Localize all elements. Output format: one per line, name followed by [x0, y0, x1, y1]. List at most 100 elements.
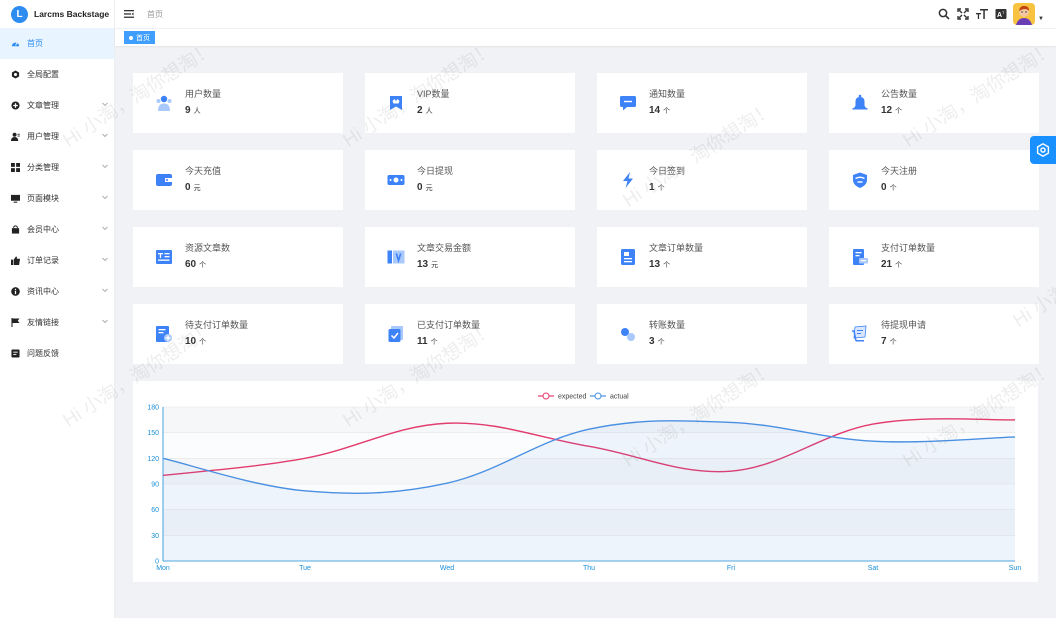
- circle-plus-icon: [11, 101, 20, 110]
- legend-marker: [594, 392, 602, 400]
- sidebar-item-5[interactable]: 页面模块: [0, 183, 114, 214]
- legend-label: actual: [610, 394, 629, 401]
- chevron-down-icon: [102, 226, 108, 231]
- sidebar-item-1[interactable]: 全局配置: [0, 59, 114, 90]
- feedback-icon: [11, 349, 20, 358]
- stat-title: 今天注册: [881, 166, 918, 176]
- transfer-icon: [619, 325, 637, 343]
- stat-value-wrap: 3个: [649, 336, 665, 347]
- stat-title: 今日签到: [649, 166, 686, 176]
- sidebar-item-label: 用户管理: [27, 132, 59, 141]
- app-logo[interactable]: L Larcms Backstage: [0, 0, 114, 28]
- stat-card: 用户数量 9 人: [133, 73, 343, 133]
- wallet-icon: [155, 171, 173, 189]
- sidebar-item-label: 订单记录: [27, 256, 59, 265]
- stat-title: 资源文章数: [185, 243, 231, 253]
- stat-card: 公告数量 12 个: [829, 73, 1039, 133]
- sidebar-item-label: 友情链接: [27, 318, 59, 327]
- stat-value: 0: [881, 182, 887, 193]
- vip-icon: [387, 94, 405, 112]
- y-tick-label: 120: [147, 456, 159, 463]
- stat-unit: 个: [895, 262, 903, 269]
- stat-title: 文章交易金额: [417, 243, 472, 253]
- header-actions: AT ▼: [931, 3, 1044, 25]
- menu-toggle-icon[interactable]: [124, 9, 134, 19]
- article-icon: [155, 248, 173, 266]
- x-tick-label: Mon: [156, 565, 170, 572]
- stat-title: 文章订单数量: [649, 243, 704, 253]
- stat-unit: 个: [895, 108, 903, 115]
- top-header: 首页 AT ▼: [115, 0, 1056, 28]
- sidebar-item-3[interactable]: 用户管理: [0, 121, 114, 152]
- stat-card: 文章交易金额 13 元: [365, 227, 575, 287]
- chevron-down-icon: [102, 164, 108, 169]
- sidebar-item-9[interactable]: 友情链接: [0, 307, 114, 338]
- stat-card: 已支付订单数量 11 个: [365, 304, 575, 364]
- bag-icon: [11, 225, 20, 234]
- stat-unit: 人: [193, 108, 201, 115]
- chevron-down-icon: [102, 319, 108, 324]
- stat-unit: 个: [663, 262, 671, 269]
- dashboard-icon: [11, 39, 20, 48]
- search-icon[interactable]: [937, 8, 950, 21]
- grid-icon: [11, 163, 20, 172]
- sidebar-item-6[interactable]: 会员中心: [0, 214, 114, 245]
- stat-title: VIP数量: [417, 89, 450, 99]
- stat-value-wrap: 9人: [185, 105, 201, 116]
- tag-dot-icon: [129, 35, 133, 40]
- sidebar-item-0[interactable]: 首页: [0, 28, 114, 59]
- chevron-down-icon[interactable]: ▼: [1038, 16, 1044, 22]
- avatar[interactable]: [1013, 3, 1036, 25]
- stat-unit: 元: [425, 185, 433, 192]
- stat-title: 今日提现: [417, 166, 454, 176]
- stat-value: 2: [417, 105, 423, 116]
- y-tick-label: 180: [147, 405, 159, 412]
- stat-unit: 人: [425, 108, 433, 115]
- stat-value: 3: [649, 336, 655, 347]
- bell-icon: [851, 94, 869, 112]
- stat-card: 通知数量 14 个: [597, 73, 807, 133]
- y-tick-label: 30: [151, 533, 159, 540]
- stat-value-wrap: 2人: [417, 105, 433, 116]
- stat-unit: 元: [193, 185, 201, 192]
- tag-home[interactable]: 首页: [124, 31, 155, 44]
- stat-unit: 个: [889, 339, 897, 346]
- stat-value: 21: [881, 259, 893, 270]
- stat-value: 13: [417, 259, 429, 270]
- stat-value-wrap: 13 元: [417, 259, 438, 270]
- settings-button[interactable]: [1030, 136, 1056, 164]
- stat-card: 待提现申请 7 个: [829, 304, 1039, 364]
- fullscreen-icon[interactable]: [956, 8, 969, 21]
- stat-card: 支付订单数量 21 个: [829, 227, 1039, 287]
- x-tick-label: Tue: [299, 565, 311, 572]
- sidebar-item-8[interactable]: 资讯中心: [0, 276, 114, 307]
- stat-card: 今天注册 0 个: [829, 150, 1039, 210]
- flag-icon: [11, 318, 20, 327]
- sidebar-item-4[interactable]: 分类管理: [0, 152, 114, 183]
- stat-value: 10: [185, 336, 197, 347]
- sidebar-item-10[interactable]: 问题反馈: [0, 338, 114, 369]
- legend-label: expected: [558, 394, 587, 401]
- stat-value: 14: [649, 105, 661, 116]
- stat-unit: 个: [430, 339, 438, 346]
- font-size-icon[interactable]: [975, 8, 988, 21]
- y-tick-label: 90: [151, 482, 159, 489]
- stat-value-wrap: 14 个: [649, 105, 670, 116]
- stat-value-wrap: 0个: [881, 182, 897, 193]
- x-tick-label: Wed: [440, 565, 454, 572]
- stat-value-wrap: 12 个: [881, 105, 902, 116]
- stat-card: 转账数量 3 个: [597, 304, 807, 364]
- sidebar-menu: 首页 全局配置 文章管理用户管理分类管理 页面模块 会员中心订单记录资讯中心友情链接问题…: [0, 28, 114, 369]
- sidebar-item-2[interactable]: 文章管理: [0, 90, 114, 121]
- stat-title: 待提现申请: [881, 320, 927, 330]
- gear-icon: [1036, 143, 1050, 157]
- stat-title: 已支付订单数量: [417, 320, 481, 330]
- translate-icon[interactable]: AT: [994, 8, 1007, 21]
- sidebar-item-7[interactable]: 订单记录: [0, 245, 114, 276]
- breadcrumb[interactable]: 首页: [147, 9, 163, 20]
- stat-card: 今日提现 0 元: [365, 150, 575, 210]
- paid-order-icon: [387, 325, 405, 343]
- lightning-icon: [619, 171, 637, 189]
- stat-value: 0: [185, 182, 191, 193]
- stat-value-wrap: 7个: [881, 336, 897, 347]
